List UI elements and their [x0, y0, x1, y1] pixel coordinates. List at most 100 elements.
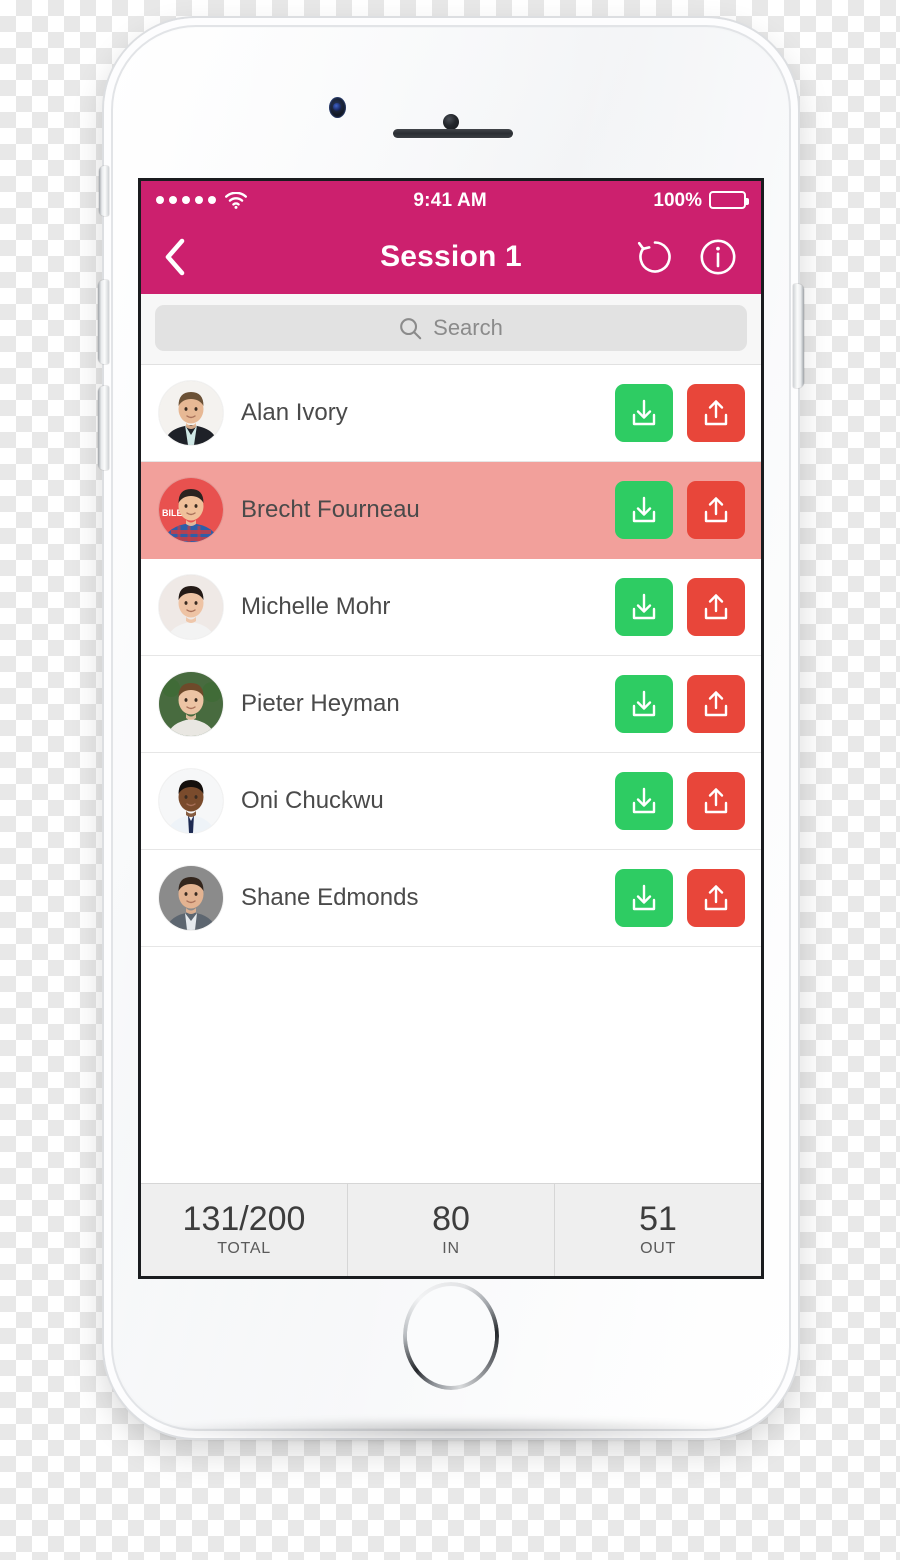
proximity-sensor-icon [329, 97, 346, 118]
search-icon [400, 317, 422, 339]
avatar [159, 381, 223, 445]
row-action-buttons [615, 772, 745, 830]
battery-full-icon [709, 191, 749, 209]
stat-value: 51 [639, 1199, 677, 1238]
info-button[interactable] [697, 236, 739, 278]
check-in-arrow-down-icon [632, 787, 656, 814]
avatar-shane-edmonds [159, 866, 223, 930]
wifi-icon [225, 191, 247, 209]
signal-dot [182, 196, 190, 204]
attendee-row[interactable]: Shane Edmonds [141, 850, 761, 947]
volume-down-button[interactable] [98, 386, 109, 470]
avatar [159, 672, 223, 736]
attendee-row[interactable]: Pieter Heyman [141, 656, 761, 753]
row-action-buttons [615, 384, 745, 442]
check-in-button[interactable] [615, 675, 673, 733]
avatar [159, 575, 223, 639]
attendee-row[interactable]: Michelle Mohr [141, 559, 761, 656]
status-bar-time: 9:41 AM [413, 189, 487, 211]
attendee-name: Oni Chuckwu [241, 787, 384, 814]
signal-dot [156, 196, 164, 204]
attendee-row[interactable]: Oni Chuckwu [141, 753, 761, 850]
attendee-name: Alan Ivory [241, 399, 348, 426]
nav-bar-actions [635, 236, 739, 278]
check-out-arrow-up-icon [704, 400, 728, 426]
stat-cell-out: 51 OUT [555, 1184, 761, 1276]
avatar-pieter-heyman [159, 672, 223, 736]
avatar-oni-chuckwu [159, 769, 223, 833]
check-out-arrow-up-icon [704, 691, 728, 717]
check-in-button[interactable] [615, 384, 673, 442]
check-out-arrow-up-icon [704, 788, 728, 814]
check-out-arrow-up-icon [704, 497, 728, 523]
check-in-button[interactable] [615, 578, 673, 636]
power-button[interactable] [793, 284, 804, 388]
check-in-arrow-down-icon [632, 496, 656, 523]
check-out-button[interactable] [687, 481, 745, 539]
phone-screen: 9:41 AM 100% Session 1 Search Alan Ivory… [141, 181, 761, 1276]
avatar [159, 769, 223, 833]
check-out-button[interactable] [687, 578, 745, 636]
check-in-arrow-down-icon [632, 593, 656, 620]
chevron-left-icon [165, 238, 185, 275]
status-bar: 9:41 AM 100% [141, 181, 761, 219]
avatar: BILE [159, 478, 223, 542]
check-out-arrow-up-icon [704, 594, 728, 620]
list-empty-area [141, 947, 761, 1183]
signal-dot [195, 196, 203, 204]
signal-dot [208, 196, 216, 204]
device-drop-shadow [156, 1418, 748, 1444]
home-button[interactable] [403, 1282, 499, 1390]
avatar-alan-ivory [159, 381, 223, 445]
avatar [159, 866, 223, 930]
navigation-bar: Session 1 [141, 219, 761, 294]
avatar-brecht-fourneau: BILE [159, 478, 223, 542]
attendee-row[interactable]: BILE Brecht Fourneau [141, 462, 761, 559]
front-camera-icon [443, 114, 459, 130]
signal-dot [169, 196, 177, 204]
attendee-name: Brecht Fourneau [241, 496, 420, 523]
battery-percentage: 100% [653, 189, 702, 211]
status-bar-battery-group: 100% [653, 189, 749, 211]
attendee-name: Michelle Mohr [241, 593, 391, 620]
check-out-button[interactable] [687, 675, 745, 733]
check-in-button[interactable] [615, 772, 673, 830]
stat-cell-in: 80 IN [348, 1184, 555, 1276]
row-action-buttons [615, 869, 745, 927]
row-action-buttons [615, 481, 745, 539]
info-circle-icon [700, 238, 736, 275]
row-action-buttons [615, 675, 745, 733]
check-in-arrow-down-icon [632, 884, 656, 911]
check-out-button[interactable] [687, 772, 745, 830]
attendee-row[interactable]: Alan Ivory [141, 365, 761, 462]
check-out-button[interactable] [687, 869, 745, 927]
stat-label: IN [442, 1240, 460, 1258]
check-in-button[interactable] [615, 481, 673, 539]
stat-cell-total: 131/200 TOTAL [141, 1184, 348, 1276]
search-placeholder: Search [433, 315, 503, 340]
volume-up-button[interactable] [98, 280, 109, 364]
check-in-button[interactable] [615, 869, 673, 927]
search-input[interactable]: Search [155, 305, 747, 351]
reset-button[interactable] [635, 237, 675, 277]
check-out-button[interactable] [687, 384, 745, 442]
cellular-signal-dots-icon [156, 196, 216, 204]
attendee-list: Alan Ivory BILE Brecht Fourneau Michelle Mo… [141, 365, 761, 947]
check-in-arrow-down-icon [632, 690, 656, 717]
stat-label: TOTAL [217, 1240, 271, 1258]
stats-footer-bar: 131/200 TOTAL 80 IN 51 OUT [141, 1183, 761, 1276]
attendee-name: Pieter Heyman [241, 690, 400, 717]
stat-value: 131/200 [182, 1199, 306, 1238]
stat-label: OUT [640, 1240, 676, 1258]
stat-value: 80 [432, 1199, 470, 1238]
row-action-buttons [615, 578, 745, 636]
back-button[interactable] [163, 237, 203, 277]
mute-switch-button[interactable] [99, 166, 109, 216]
check-in-arrow-down-icon [632, 399, 656, 426]
attendee-name: Shane Edmonds [241, 884, 419, 911]
earpiece-speaker [393, 129, 513, 138]
check-out-arrow-up-icon [704, 885, 728, 911]
iphone-device-mockup: 9:41 AM 100% Session 1 Search Alan Ivory… [98, 18, 804, 1438]
avatar-michelle-mohr [159, 575, 223, 639]
reset-counterclockwise-icon [637, 240, 671, 273]
